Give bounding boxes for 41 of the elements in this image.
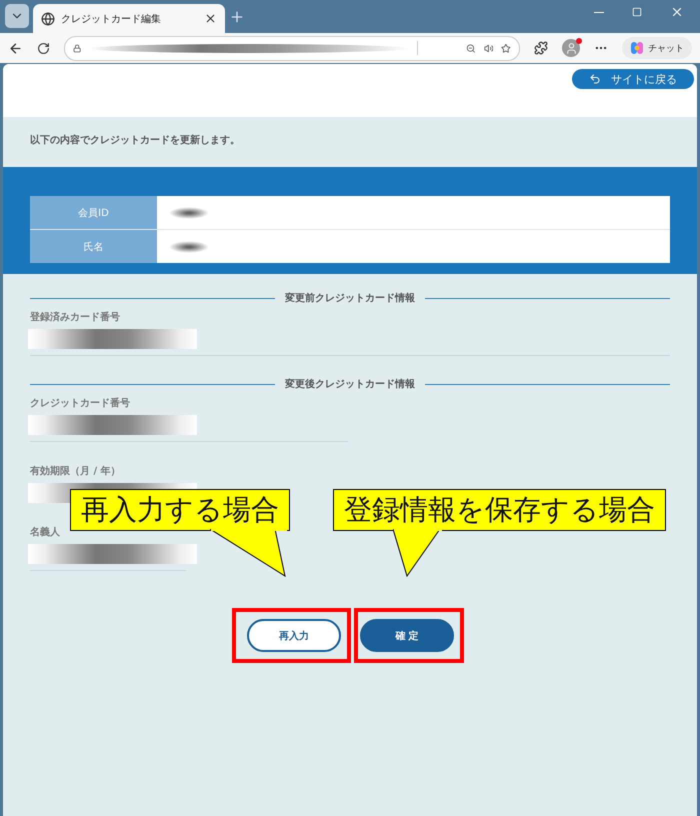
confirm-button[interactable]: 確 定 [360, 619, 454, 652]
close-tab-button[interactable] [204, 12, 217, 25]
intro-text: 以下の内容でクレジットカードを更新します。 [29, 133, 241, 148]
field-label: クレジットカード番号 [30, 396, 131, 410]
chat-button[interactable]: チャット [622, 37, 692, 59]
field-label: 登録済みカード番号 [30, 310, 121, 324]
section-heading: 変更前クレジットカード情報 [285, 291, 415, 305]
maximize-button[interactable] [632, 5, 642, 19]
close-icon [670, 5, 684, 19]
puzzle-icon[interactable] [534, 41, 548, 55]
person-icon [564, 42, 578, 54]
field-label: 有効期限（月 / 年） [30, 464, 122, 478]
back-to-site-button[interactable]: サイトに戻る [572, 69, 694, 89]
blurred-value [169, 240, 209, 252]
return-arrow-icon [589, 73, 601, 85]
tab-menu-button[interactable] [5, 4, 29, 28]
zoom-out-icon[interactable] [466, 42, 476, 54]
back-button[interactable] [8, 40, 23, 56]
table-label: 氏名 [30, 230, 157, 263]
tab-title: クレジットカード編集 [61, 12, 162, 26]
copilot-logo-icon [630, 41, 644, 55]
reenter-button[interactable]: 再入力 [247, 619, 341, 652]
field-label: 名義人 [30, 526, 61, 539]
browser-tab[interactable]: クレジットカード編集 [33, 4, 225, 33]
favorite-star-icon[interactable] [501, 42, 512, 54]
new-tab-button[interactable] [229, 8, 245, 24]
blurred-value [169, 206, 209, 218]
plus-icon [229, 8, 245, 24]
address-bar[interactable] [64, 36, 520, 60]
maximize-icon [632, 7, 642, 17]
close-icon [204, 12, 217, 25]
close-button[interactable] [670, 5, 684, 19]
profile-avatar[interactable] [562, 39, 580, 57]
refresh-button[interactable] [37, 42, 50, 54]
refresh-icon [37, 42, 50, 54]
callout-pointer [393, 529, 443, 577]
table-label: 会員ID [30, 196, 157, 229]
section-heading: 変更後クレジットカード情報 [285, 377, 415, 391]
notification-dot [576, 38, 582, 44]
lock-icon [73, 42, 82, 54]
globe-icon [41, 12, 55, 26]
